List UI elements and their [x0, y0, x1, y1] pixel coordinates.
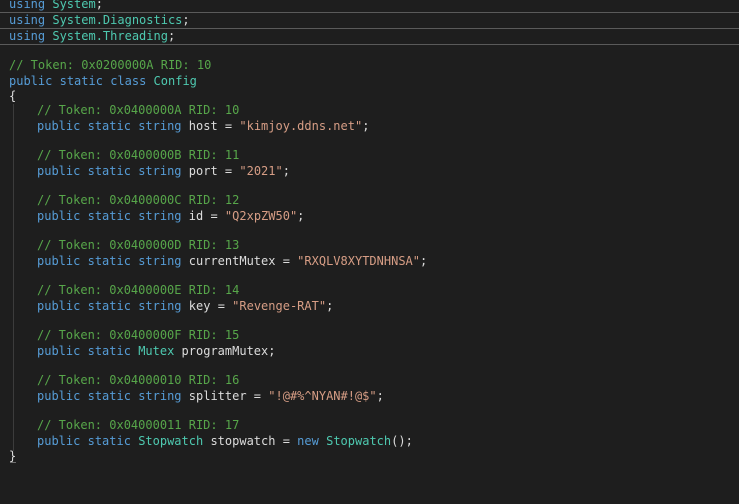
field-current-mutex[interactable]: public static string currentMutex = "RXQ… [37, 254, 427, 269]
semicolon: ; [420, 254, 428, 268]
field-program-mutex[interactable]: public static Mutex programMutex; [37, 344, 275, 359]
semicolon: ; [282, 164, 290, 178]
public-keyword: public [37, 164, 81, 178]
public-keyword: public [37, 434, 81, 448]
string-literal: "2021" [239, 164, 283, 178]
field-name[interactable]: key [189, 299, 211, 313]
field-name[interactable]: splitter [189, 389, 247, 403]
field-type: string [138, 299, 182, 313]
field-name[interactable]: currentMutex [189, 254, 276, 268]
public-keyword: public [37, 209, 81, 223]
class-declaration[interactable]: public static class Config [9, 74, 197, 89]
field-type[interactable]: Mutex [138, 344, 174, 358]
using-line-system[interactable]: using System; [9, 0, 103, 12]
field-name[interactable]: id [189, 209, 203, 223]
field-port[interactable]: public static string port = "2021"; [37, 164, 290, 179]
field-type: string [138, 254, 182, 268]
field-token-comment[interactable]: // Token: 0x0400000E RID: 14 [37, 283, 239, 298]
string-literal: "!@#%^NYAN#!@$" [268, 389, 377, 403]
call-args: (); [391, 434, 413, 448]
field-type: string [138, 164, 182, 178]
field-key[interactable]: public static string key = "Revenge-RAT"… [37, 299, 333, 314]
assign-operator: = [246, 389, 269, 403]
assign-operator: = [275, 254, 298, 268]
public-keyword: public [9, 74, 53, 88]
field-token-comment[interactable]: // Token: 0x0400000C RID: 12 [37, 193, 239, 208]
assign-operator: = [210, 299, 233, 313]
semicolon: ; [362, 119, 370, 133]
assign-operator: = [217, 119, 240, 133]
field-token-comment[interactable]: // Token: 0x0400000A RID: 10 [37, 103, 239, 118]
open-brace[interactable]: { [9, 89, 16, 104]
new-keyword: new [297, 434, 319, 448]
field-token-comment[interactable]: // Token: 0x0400000B RID: 11 [37, 148, 239, 163]
assign-operator: = [275, 434, 298, 448]
field-id[interactable]: public static string id = "Q2xpZW50"; [37, 209, 304, 224]
semicolon: ; [167, 29, 176, 43]
public-keyword: public [37, 299, 81, 313]
using-keyword: using [9, 0, 46, 11]
public-keyword: public [37, 389, 81, 403]
static-keyword: static [87, 389, 131, 403]
string-literal: "kimjoy.ddns.net" [239, 119, 363, 133]
static-keyword: static [87, 209, 131, 223]
static-keyword: static [87, 254, 131, 268]
field-name[interactable]: stopwatch [210, 434, 275, 448]
using-keyword: using [9, 29, 46, 43]
line-separator [0, 44, 739, 45]
static-keyword: static [87, 434, 131, 448]
field-splitter[interactable]: public static string splitter = "!@#%^NY… [37, 389, 384, 404]
field-token-comment[interactable]: // Token: 0x04000011 RID: 17 [37, 418, 239, 433]
static-keyword: static [87, 299, 131, 313]
field-token-comment[interactable]: // Token: 0x0400000F RID: 15 [37, 328, 239, 343]
field-host[interactable]: public static string host = "kimjoy.ddns… [37, 119, 369, 134]
class-keyword: class [110, 74, 147, 88]
field-name[interactable]: programMutex [182, 344, 269, 358]
using-keyword: using [9, 13, 46, 27]
field-token-comment[interactable]: // Token: 0x0400000D RID: 13 [37, 238, 239, 253]
static-keyword: static [59, 74, 103, 88]
field-name[interactable]: host [189, 119, 218, 133]
indent-guide [13, 104, 14, 451]
string-literal: "RXQLV8XYTDNHNSA" [297, 254, 420, 268]
static-keyword: static [87, 344, 131, 358]
field-token-comment[interactable]: // Token: 0x04000010 RID: 16 [37, 373, 239, 388]
namespace-name[interactable]: System.Diagnostics [52, 13, 182, 27]
field-type: string [138, 119, 182, 133]
public-keyword: public [37, 254, 81, 268]
static-keyword: static [87, 164, 131, 178]
public-keyword: public [37, 119, 81, 133]
semicolon: ; [326, 299, 334, 313]
public-keyword: public [37, 344, 81, 358]
semicolon: ; [297, 209, 305, 223]
field-name[interactable]: port [189, 164, 218, 178]
code-editor[interactable]: { "usings": [ {"kw": "using", "ns": "Sys… [0, 0, 739, 504]
namespace-name[interactable]: System.Threading [52, 29, 168, 43]
semicolon: ; [182, 13, 190, 27]
field-type[interactable]: Stopwatch [138, 434, 203, 448]
static-keyword: static [87, 119, 131, 133]
assign-operator: = [217, 164, 240, 178]
field-type: string [138, 389, 182, 403]
using-line-diagnostics[interactable]: using System.Diagnostics; [9, 13, 190, 28]
semicolon: ; [268, 344, 276, 358]
semicolon: ; [376, 389, 384, 403]
assign-operator: = [203, 209, 225, 223]
field-type: string [138, 209, 182, 223]
field-stopwatch[interactable]: public static Stopwatch stopwatch = new … [37, 434, 413, 449]
semicolon: ; [95, 0, 103, 11]
brace-end-marker [10, 462, 16, 463]
class-name[interactable]: Config [154, 74, 197, 88]
string-literal: "Q2xpZW50" [224, 209, 298, 223]
using-line-threading[interactable]: using System.Threading; [9, 29, 175, 44]
namespace-name[interactable]: System [52, 0, 95, 11]
class-token-comment[interactable]: // Token: 0x0200000A RID: 10 [9, 58, 211, 73]
constructor-type[interactable]: Stopwatch [326, 434, 391, 448]
string-literal: "Revenge-RAT" [232, 299, 327, 313]
